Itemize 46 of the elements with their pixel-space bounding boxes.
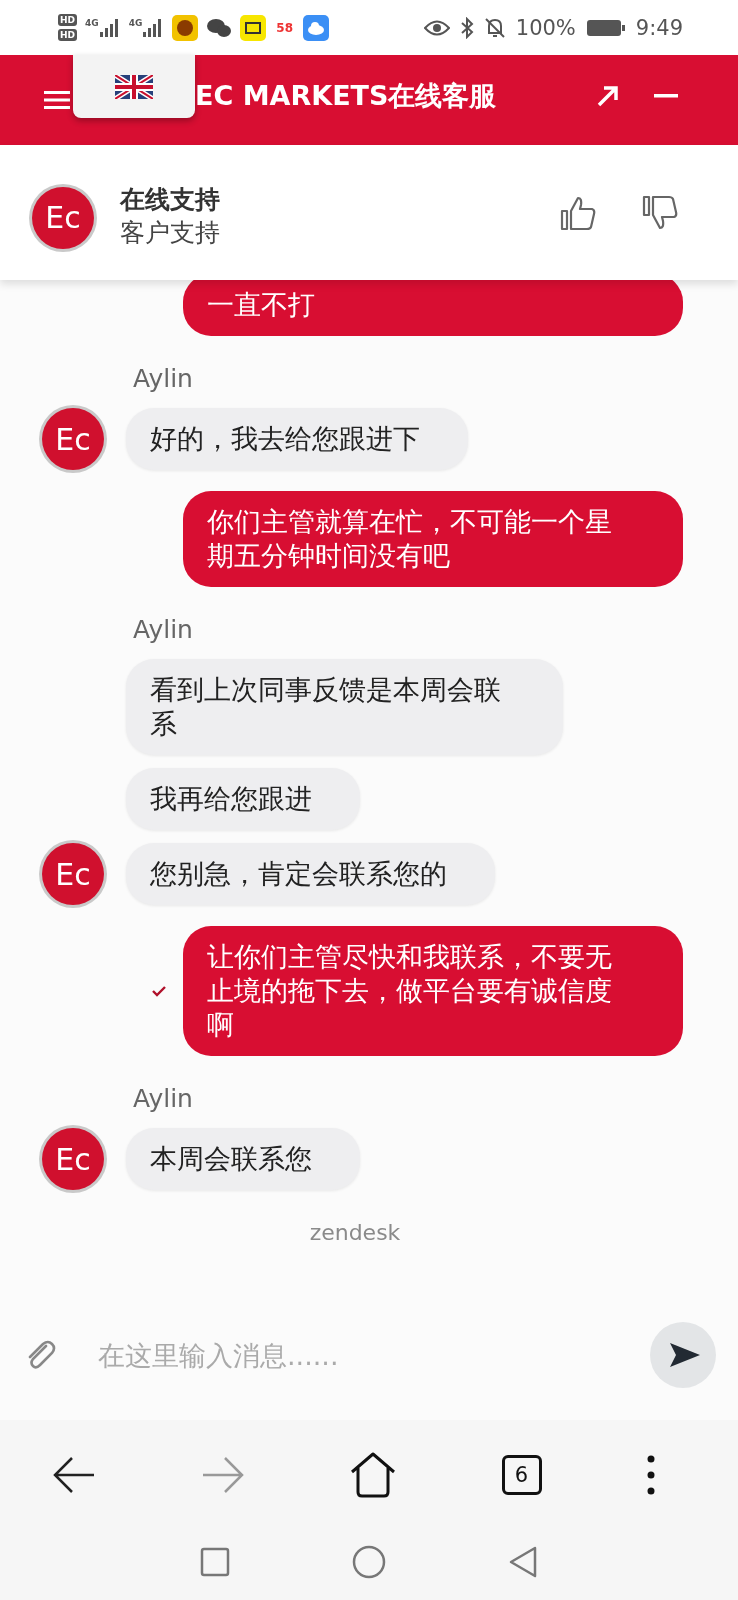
flag-icon bbox=[115, 75, 153, 99]
user-message: 一直不打 bbox=[183, 280, 683, 336]
message-input[interactable]: 在这里输入消息...... bbox=[96, 1338, 610, 1372]
agent-message: 您别急，肯定会联系您的 bbox=[126, 843, 495, 905]
tabs-button[interactable]: 6 bbox=[501, 1455, 542, 1495]
agent-message: 看到上次同事反馈是本周会联系 bbox=[126, 659, 563, 755]
clock: 9:49 bbox=[635, 15, 683, 40]
bluetooth-icon bbox=[459, 16, 474, 39]
battery-icon bbox=[585, 17, 626, 38]
battery-percent: 100% bbox=[515, 15, 576, 40]
agent-name: 在线支持 bbox=[120, 183, 221, 216]
hd-badge: HD bbox=[58, 14, 77, 26]
muted-bell-icon bbox=[483, 16, 506, 39]
send-icon bbox=[668, 1341, 702, 1369]
eye-icon bbox=[423, 18, 450, 37]
agent-message: 我再给您跟进 bbox=[126, 768, 360, 830]
agent-message: 本周会联系您 bbox=[126, 1128, 360, 1190]
network-label: 4G bbox=[128, 17, 143, 28]
language-tab[interactable] bbox=[73, 55, 195, 118]
agent-avatar: Ec bbox=[32, 186, 94, 249]
more-icon[interactable] bbox=[646, 1455, 656, 1495]
hd-badge: HD bbox=[58, 29, 77, 41]
sender-name: Aylin bbox=[133, 364, 194, 393]
agent-role: 客户支持 bbox=[120, 216, 221, 249]
window-title: EC MARKETS在线客服 bbox=[195, 79, 498, 113]
agent-avatar: Ec bbox=[42, 843, 104, 905]
agent-avatar: Ec bbox=[42, 1128, 104, 1190]
pop-out-icon[interactable] bbox=[596, 84, 620, 108]
app-label: 58 bbox=[275, 19, 295, 37]
sender-name: Aylin bbox=[133, 1084, 194, 1113]
recents-icon[interactable] bbox=[200, 1547, 230, 1577]
user-message: 让你们主管尽快和我联系，不要无止境的拖下去，做平台要有诚信度啊 bbox=[183, 926, 683, 1056]
sender-name: Aylin bbox=[133, 615, 194, 644]
agent-message: 好的，我去给您跟进下 bbox=[126, 408, 468, 470]
network-label: 4G bbox=[85, 17, 99, 28]
signal-icon bbox=[98, 17, 121, 38]
back-icon[interactable] bbox=[52, 1455, 96, 1495]
agent-avatar: Ec bbox=[42, 408, 104, 470]
system-back-icon[interactable] bbox=[508, 1546, 538, 1578]
thumbs-down-icon[interactable] bbox=[642, 194, 678, 231]
thumbs-up-icon[interactable] bbox=[560, 194, 596, 231]
menu-icon[interactable] bbox=[44, 90, 70, 110]
home-icon[interactable] bbox=[349, 1452, 397, 1498]
home-circle-icon[interactable] bbox=[352, 1545, 386, 1579]
zendesk-branding: zendesk bbox=[309, 1220, 401, 1245]
user-message: 你们主管就算在忙，不可能一个星期五分钟时间没有吧 bbox=[183, 491, 683, 587]
